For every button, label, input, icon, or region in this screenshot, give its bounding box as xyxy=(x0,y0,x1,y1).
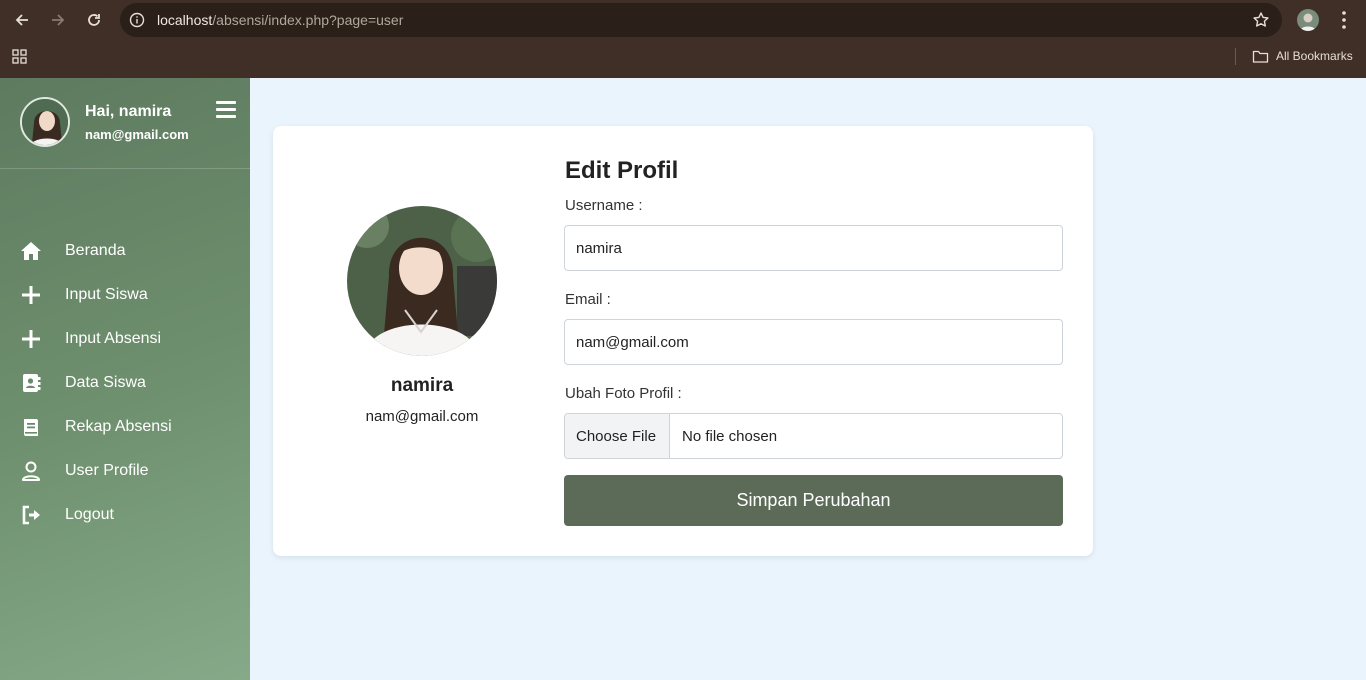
profile-email: nam@gmail.com xyxy=(365,408,479,425)
sidebar-item-label: Rekap Absensi xyxy=(65,418,172,435)
sidebar-header: Hai, namira nam@gmail.com xyxy=(0,78,250,169)
logout-icon xyxy=(22,505,40,525)
hamburger-menu-icon[interactable] xyxy=(216,101,236,118)
form-title: Edit Profil xyxy=(565,157,679,184)
sidebar-item-label: User Profile xyxy=(65,462,149,479)
folder-icon[interactable] xyxy=(1252,49,1269,64)
bookmark-star-icon[interactable] xyxy=(1252,11,1270,29)
photo-label: Ubah Foto Profil : xyxy=(565,385,682,402)
forward-button[interactable] xyxy=(47,9,69,31)
file-status: No file chosen xyxy=(682,428,778,445)
back-arrow-icon xyxy=(15,14,28,26)
url-text: localhost/absensi/index.php?page=user xyxy=(157,12,403,28)
profile-name: namira xyxy=(390,375,454,396)
sidebar-item-input-absensi[interactable]: Input Absensi xyxy=(0,319,250,359)
email-label: Email : xyxy=(565,291,611,308)
home-icon xyxy=(21,242,41,260)
sidebar-item-label: Input Siswa xyxy=(65,286,148,303)
bookmarks-divider xyxy=(1235,48,1236,65)
sidebar-avatar-photo xyxy=(22,99,68,145)
profile-photo xyxy=(347,206,497,356)
sidebar-greeting: Hai, namira xyxy=(85,103,172,120)
back-button[interactable] xyxy=(11,9,33,31)
sidebar-item-input-siswa[interactable]: Input Siswa xyxy=(0,275,250,315)
apps-grid-icon[interactable] xyxy=(12,49,27,64)
sidebar-item-label: Input Absensi xyxy=(65,330,162,347)
address-bar[interactable]: localhost/absensi/index.php?page=user xyxy=(120,3,1282,37)
forward-arrow-icon xyxy=(52,14,65,26)
all-bookmarks-link[interactable]: All Bookmarks xyxy=(1276,49,1353,63)
sidebar-item-label: Logout xyxy=(65,506,114,523)
sidebar-item-label: Data Siswa xyxy=(65,374,146,391)
username-field[interactable]: namira xyxy=(564,225,1063,271)
email-value: nam@gmail.com xyxy=(576,334,689,351)
choose-file-label: Choose File xyxy=(576,428,657,445)
email-field[interactable]: nam@gmail.com xyxy=(564,319,1063,365)
book-icon xyxy=(24,419,38,436)
browser-menu-icon[interactable] xyxy=(1334,9,1354,31)
sidebar-item-rekap-absensi[interactable]: Rekap Absensi xyxy=(0,407,250,447)
sidebar-item-label: Beranda xyxy=(65,242,126,259)
sidebar-email: nam@gmail.com xyxy=(85,127,189,142)
save-changes-button[interactable]: Simpan Perubahan xyxy=(564,475,1063,526)
sidebar-item-user-profile[interactable]: User Profile xyxy=(0,451,250,491)
profile-avatar-icon xyxy=(1297,9,1319,31)
plus-icon xyxy=(22,286,40,304)
choose-file-button[interactable]: Choose File xyxy=(565,414,670,458)
sidebar: Hai, namira nam@gmail.com Beranda Input … xyxy=(0,78,250,680)
sidebar-item-beranda[interactable]: Beranda xyxy=(0,231,250,271)
sidebar-avatar xyxy=(20,97,70,147)
profile-card: namira nam@gmail.com Edit Profil Usernam… xyxy=(273,126,1093,556)
url-host: localhost xyxy=(157,12,213,28)
browser-toolbar: localhost/absensi/index.php?page=user Al… xyxy=(0,0,1366,78)
reload-icon xyxy=(88,14,100,26)
sidebar-item-logout[interactable]: Logout xyxy=(0,495,250,535)
url-path: /absensi/index.php?page=user xyxy=(212,12,404,28)
save-changes-label: Simpan Perubahan xyxy=(736,490,891,510)
sidebar-item-data-siswa[interactable]: Data Siswa xyxy=(0,363,250,403)
username-label: Username : xyxy=(565,197,643,214)
profile-avatar-button[interactable] xyxy=(1297,9,1319,31)
user-icon xyxy=(22,461,40,481)
photo-file-input[interactable]: Choose File No file chosen xyxy=(564,413,1063,459)
site-info-icon[interactable] xyxy=(129,12,145,28)
address-book-icon xyxy=(23,374,41,392)
profile-photo-image xyxy=(347,206,497,356)
username-value: namira xyxy=(576,240,622,257)
reload-button[interactable] xyxy=(83,9,105,31)
plus-icon xyxy=(22,330,40,348)
